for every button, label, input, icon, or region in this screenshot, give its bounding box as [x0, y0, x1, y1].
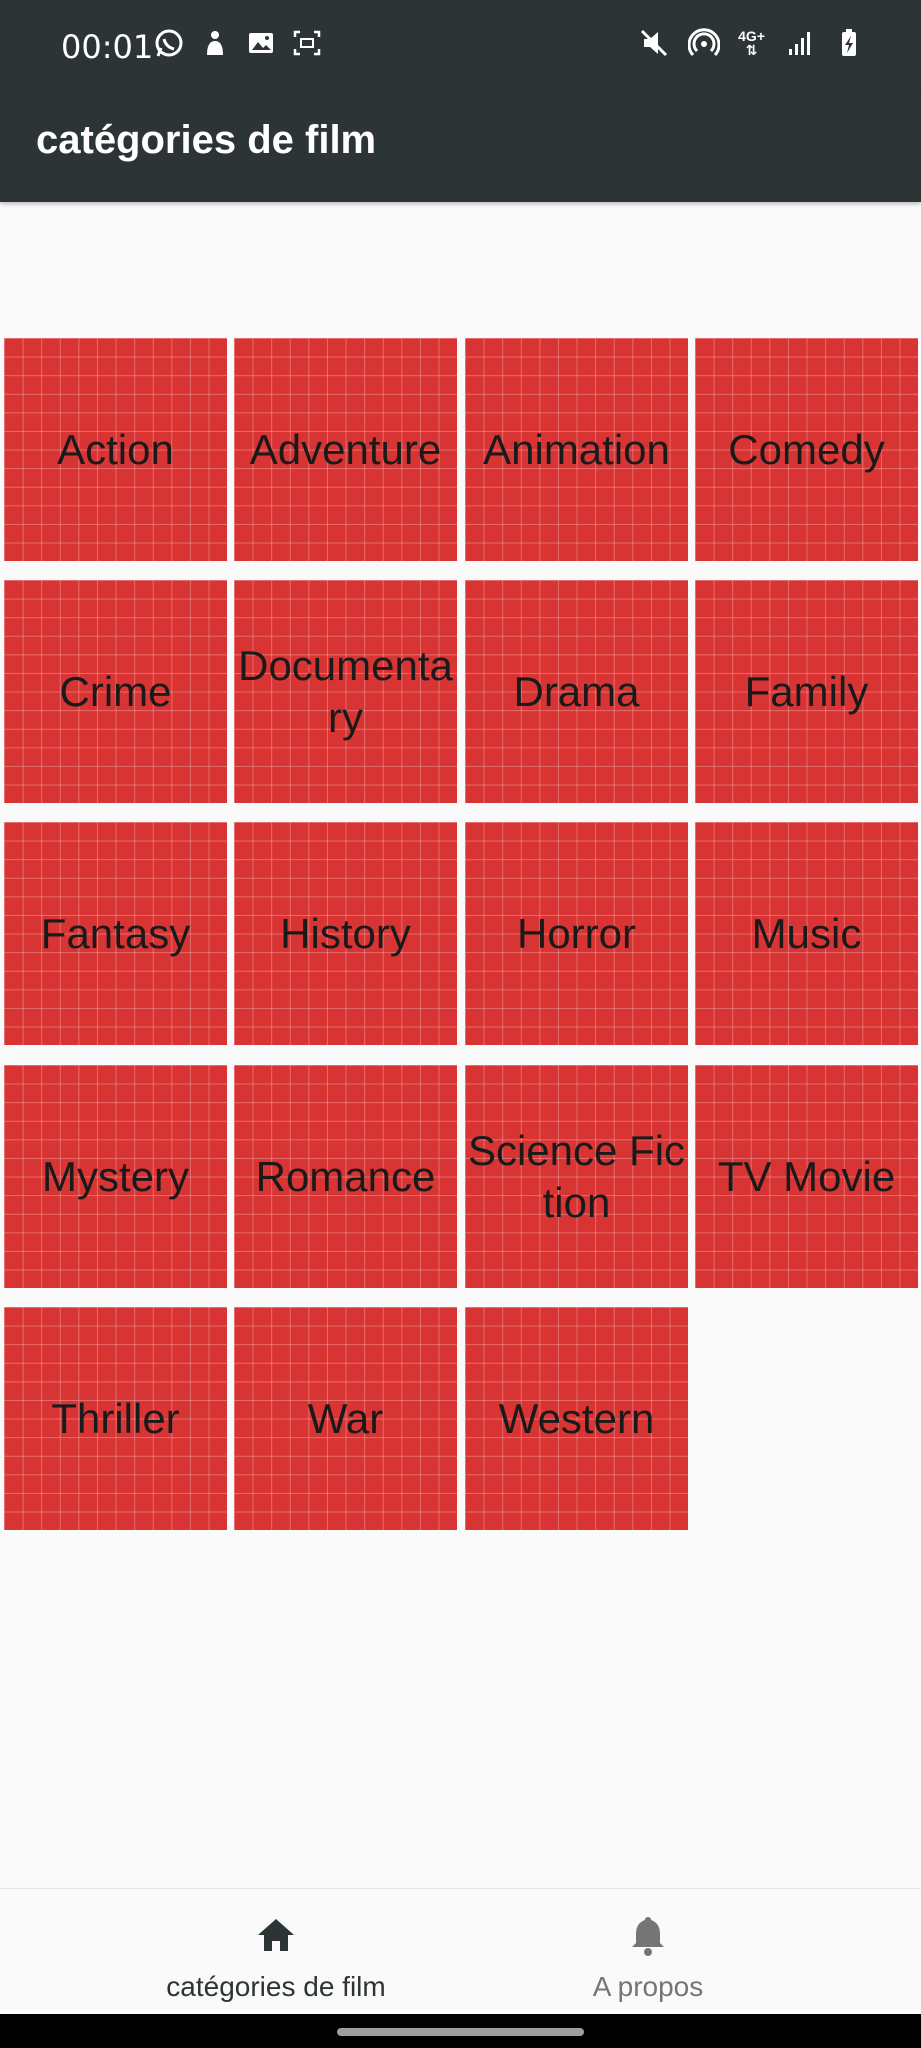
nav-item-about[interactable]: A propos — [418, 1889, 878, 2015]
category-label: Music — [751, 909, 862, 957]
category-tile[interactable]: History — [234, 822, 457, 1045]
category-label: Family — [744, 667, 869, 715]
image-icon — [249, 33, 273, 53]
status-left-icons — [153, 26, 323, 60]
category-label: Science Fiction — [467, 1126, 686, 1226]
network-label: 4G+ — [738, 28, 765, 44]
category-label: Western — [498, 1394, 655, 1442]
category-tile[interactable]: Adventure — [234, 338, 457, 561]
category-label: Horror — [516, 909, 636, 957]
category-tile[interactable]: Animation — [465, 338, 688, 561]
category-label: Fantasy — [40, 909, 191, 957]
screenshot-icon — [293, 30, 321, 56]
status-time: 00:01 — [61, 28, 154, 66]
home-icon — [258, 1919, 294, 1951]
system-nav-bar — [0, 2014, 921, 2048]
category-tile[interactable]: Western — [465, 1307, 688, 1530]
category-tile[interactable]: War — [234, 1307, 457, 1530]
category-tile[interactable]: Science Fiction — [465, 1065, 688, 1288]
category-tile[interactable]: TV Movie — [695, 1065, 918, 1288]
home-gesture-handle[interactable] — [337, 2028, 584, 2036]
status-bar: 00:01 4G+ ⇅ — [0, 0, 921, 94]
category-tile[interactable]: Documentary — [234, 580, 457, 803]
category-tile[interactable]: Comedy — [695, 338, 918, 561]
category-label: War — [307, 1394, 384, 1442]
category-label: History — [280, 909, 411, 957]
category-label: Comedy — [728, 425, 885, 473]
category-tile[interactable]: Action — [4, 338, 227, 561]
signal-icon — [789, 32, 810, 55]
category-label: Action — [57, 425, 174, 473]
bell-icon — [632, 1917, 664, 1956]
category-label: Adventure — [249, 425, 442, 473]
category-tile[interactable]: Mystery — [4, 1065, 227, 1288]
category-tile[interactable]: Thriller — [4, 1307, 227, 1530]
hotspot-icon — [688, 28, 721, 57]
app-bar: catégories de film — [0, 94, 921, 202]
category-tile[interactable]: Drama — [465, 580, 688, 803]
category-label: Animation — [483, 425, 670, 473]
category-label: Romance — [255, 1152, 436, 1200]
category-label: Mystery — [42, 1152, 189, 1200]
network-4g-icon: 4G+ ⇅ — [738, 28, 765, 58]
category-tile[interactable]: Fantasy — [4, 822, 227, 1045]
category-label: Documentary — [238, 641, 453, 741]
whatsapp-icon — [155, 29, 183, 57]
category-tile[interactable]: Romance — [234, 1065, 457, 1288]
battery-charging-icon — [842, 29, 856, 56]
nav-label-about: A propos — [592, 1971, 704, 2002]
nav-label-categories: catégories de film — [166, 1971, 386, 2002]
mute-icon — [641, 29, 668, 57]
page-title: catégories de film — [36, 118, 377, 162]
category-tile[interactable]: Music — [695, 822, 918, 1045]
category-label: Drama — [513, 667, 640, 715]
category-label: Thriller — [51, 1394, 180, 1442]
bottom-nav: catégories de film A propos — [0, 1888, 921, 2014]
category-tile[interactable]: Crime — [4, 580, 227, 803]
category-label: TV Movie — [717, 1152, 896, 1200]
category-tile[interactable]: Horror — [465, 822, 688, 1045]
notification-icon — [207, 31, 223, 55]
category-tile[interactable]: Family — [695, 580, 918, 803]
category-label: Crime — [59, 667, 172, 715]
status-right-icons: 4G+ ⇅ — [638, 26, 865, 60]
